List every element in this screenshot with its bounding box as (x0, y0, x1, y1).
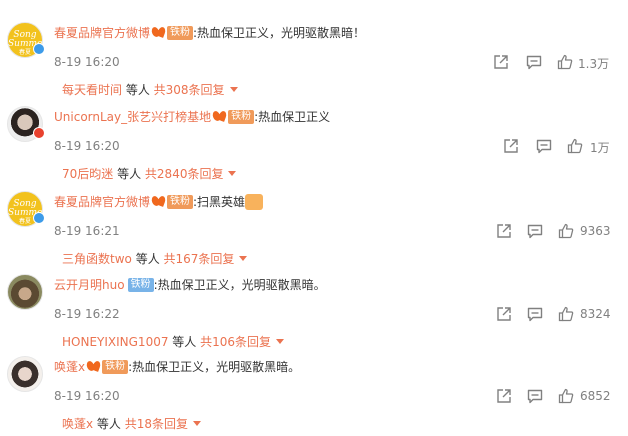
fan-badge: 铁粉 (167, 194, 194, 209)
comment-line: 春夏品牌官方微博 铁粉:热血保卫正义，光明驱散黑暗！ (54, 23, 365, 43)
reply-mid-text: 等人 (168, 335, 201, 349)
reply-user-link[interactable]: 每天看时间 (62, 83, 122, 97)
comment-text: :热血保卫正义，光明驱散黑暗。 (153, 278, 326, 292)
reply-mid-text: 等人 (131, 252, 164, 266)
comment-icon[interactable] (527, 306, 543, 322)
comment-item: Song Summer 春夏 春夏品牌官方微博 铁粉:扫黑英雄 8-19 16:2… (0, 187, 628, 271)
timestamp: 8-19 16:20 (54, 389, 120, 403)
share-icon[interactable] (503, 138, 519, 154)
username-link[interactable]: UnicornLay_张艺兴打榜基地 (54, 110, 211, 124)
reply-count-link[interactable]: 共167条回复 (164, 252, 235, 266)
comment-line: UnicornLay_张艺兴打榜基地 铁粉:热血保卫正义 (54, 107, 330, 127)
fan-badge: 铁粉 (127, 277, 154, 292)
chevron-down-icon[interactable] (276, 339, 285, 344)
timestamp: 8-19 16:20 (54, 55, 120, 69)
member-icon (213, 111, 227, 122)
reply-summary[interactable]: 70后昀迷 等人 共2840条回复 (62, 165, 237, 182)
like-count: 1万 (590, 141, 610, 155)
reply-user-link[interactable]: 70后昀迷 (62, 167, 113, 181)
avatar[interactable] (7, 274, 43, 310)
comment-text: :扫黑英雄 (193, 195, 246, 209)
comment-icon[interactable] (527, 388, 543, 404)
member-icon (152, 27, 166, 38)
fan-badge: 铁粉 (167, 25, 194, 40)
thumbs-up-icon[interactable] (558, 388, 574, 404)
emoji-icon (245, 193, 264, 210)
reply-user-link[interactable]: 三角函数two (62, 252, 132, 266)
verified-badge-icon (33, 127, 45, 139)
like-count: 1.3万 (578, 57, 610, 71)
username-link[interactable]: 春夏品牌官方微博 (54, 26, 150, 40)
chevron-down-icon[interactable] (228, 171, 237, 176)
comment-icon[interactable] (526, 54, 542, 70)
share-icon[interactable] (496, 388, 512, 404)
verified-badge-icon (33, 43, 45, 55)
share-icon[interactable] (496, 306, 512, 322)
timestamp: 8-19 16:21 (54, 224, 120, 238)
comment-text: :热血保卫正义，光明驱散黑暗！ (193, 26, 366, 40)
member-icon (87, 361, 101, 372)
share-icon[interactable] (493, 54, 509, 70)
share-icon[interactable] (496, 223, 512, 239)
reply-summary[interactable]: 唤蓬x 等人 共18条回复 (62, 415, 202, 432)
reply-count-link[interactable]: 共106条回复 (200, 335, 271, 349)
fan-badge: 铁粉 (102, 359, 129, 374)
reply-summary[interactable]: HONEYIXING1007 等人 共106条回复 (62, 333, 285, 350)
avatar[interactable] (7, 356, 43, 392)
username-link[interactable]: 唤蓬x (54, 360, 85, 374)
chevron-down-icon[interactable] (239, 256, 248, 261)
reply-count-link[interactable]: 共2840条回复 (145, 167, 224, 181)
username-link[interactable]: 春夏品牌官方微博 (54, 195, 150, 209)
timestamp: 8-19 16:22 (54, 307, 120, 321)
comment-icon[interactable] (536, 138, 552, 154)
comment-item: 云开月明huo 铁粉:热血保卫正义，光明驱散黑暗。 8-19 16:22 8324… (0, 270, 628, 354)
comment-icon[interactable] (527, 223, 543, 239)
reply-count-link[interactable]: 共18条回复 (125, 417, 188, 431)
comment-line: 唤蓬x 铁粉:热血保卫正义，光明驱散黑暗。 (54, 357, 300, 377)
reply-user-link[interactable]: 唤蓬x (62, 417, 93, 431)
reply-mid-text: 等人 (113, 167, 145, 181)
reply-count-link[interactable]: 共308条回复 (154, 83, 225, 97)
like-count: 8324 (580, 307, 611, 321)
comment-item: 唤蓬x 铁粉:热血保卫正义，光明驱散黑暗。 8-19 16:20 6852 唤蓬x… (0, 352, 628, 436)
thumbs-up-icon[interactable] (558, 223, 574, 239)
comment-item: UnicornLay_张艺兴打榜基地 铁粉:热血保卫正义 8-19 16:20 1… (0, 102, 628, 186)
reply-mid-text: 等人 (122, 83, 154, 97)
reply-user-link[interactable]: HONEYIXING1007 (62, 335, 168, 349)
verified-badge-icon (33, 212, 45, 224)
comment-line: 云开月明huo 铁粉:热血保卫正义，光明驱散黑暗。 (54, 275, 326, 295)
comment-item: Song Summer 春夏 春夏品牌官方微博 铁粉:热血保卫正义，光明驱散黑暗！… (0, 18, 628, 102)
like-count: 6852 (580, 389, 611, 403)
chevron-down-icon[interactable] (229, 87, 238, 92)
comment-text: :热血保卫正义 (254, 110, 331, 124)
member-icon (152, 196, 166, 207)
username-link[interactable]: 云开月明huo (54, 278, 125, 292)
fan-badge: 铁粉 (228, 109, 255, 124)
thumbs-up-icon[interactable] (557, 54, 573, 70)
timestamp: 8-19 16:20 (54, 139, 120, 153)
chevron-down-icon[interactable] (193, 421, 202, 426)
reply-summary[interactable]: 三角函数two 等人 共167条回复 (62, 250, 248, 267)
reply-summary[interactable]: 每天看时间 等人 共308条回复 (62, 81, 238, 98)
comment-text: :热血保卫正义，光明驱散黑暗。 (128, 360, 301, 374)
like-count: 9363 (580, 224, 611, 238)
thumbs-up-icon[interactable] (567, 138, 583, 154)
thumbs-up-icon[interactable] (558, 306, 574, 322)
reply-mid-text: 等人 (93, 417, 125, 431)
comment-line: 春夏品牌官方微博 铁粉:扫黑英雄 (54, 192, 264, 212)
